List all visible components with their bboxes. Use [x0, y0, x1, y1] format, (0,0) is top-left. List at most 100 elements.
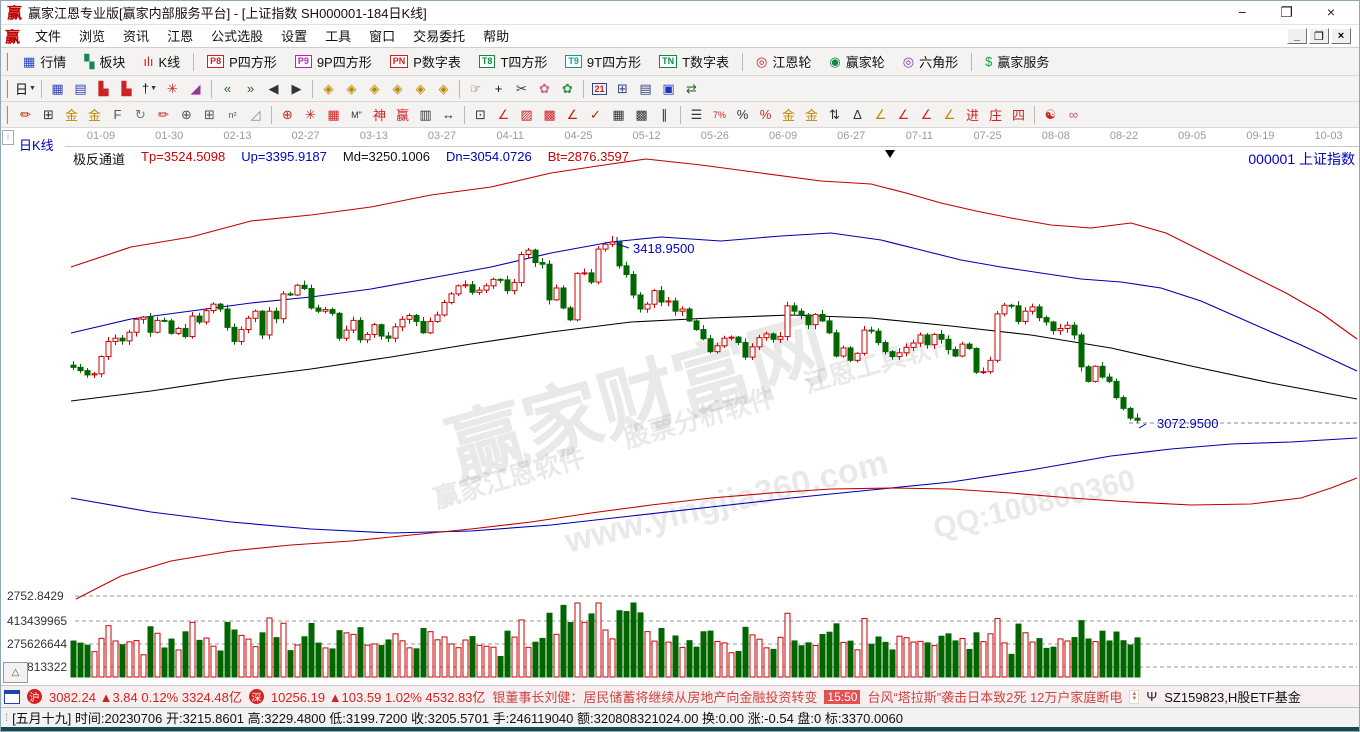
diamond-vertical-icon[interactable]: ◈ — [409, 78, 432, 99]
infinity-icon[interactable]: ∞ — [1062, 104, 1085, 125]
ruler-tool-icon[interactable]: ▥ — [414, 104, 437, 125]
fan-grid-icon[interactable]: ▩ — [538, 104, 561, 125]
toolbar-hexagon-button[interactable]: ◎六角形 — [894, 50, 967, 74]
angle-f-icon[interactable]: ∠ — [915, 104, 938, 125]
toolbar-gann-wheel-button[interactable]: ◎江恩轮 — [747, 50, 820, 74]
web-tool-green-icon[interactable]: ✿ — [556, 78, 579, 99]
child-restore-icon[interactable]: ❐ — [1309, 28, 1329, 44]
circle-grid-icon[interactable]: ⊕ — [175, 104, 198, 125]
export-icon[interactable]: ⇄ — [680, 78, 703, 99]
gann-circle-icon[interactable]: ⊕ — [276, 104, 299, 125]
n-squared-icon[interactable]: n² — [221, 104, 244, 125]
m-wave-icon[interactable]: M" — [345, 104, 368, 125]
fan-tool-icon[interactable]: ∠ — [492, 104, 515, 125]
angle-si-icon[interactable]: 四 — [1007, 104, 1030, 125]
toolbar-9t-square-button[interactable]: T99T四方形 — [556, 50, 650, 74]
nav-last-icon[interactable]: » — [239, 78, 262, 99]
calendar-21-icon[interactable]: 21 — [588, 78, 611, 99]
shenzhen-index-quote[interactable]: 10256.19 ▲103.59 1.02% 4532.83亿 — [271, 687, 486, 706]
pen-tool-icon[interactable]: ✏ — [14, 104, 37, 125]
gold-coin-b-icon[interactable]: 金 — [800, 104, 823, 125]
percent-red-icon[interactable]: % — [754, 104, 777, 125]
quote-sheet-icon[interactable]: ▤ — [69, 78, 92, 99]
menu-帮助[interactable]: 帮助 — [474, 27, 518, 46]
save-icon[interactable]: ▣ — [657, 78, 680, 99]
gann-shape-icon[interactable]: ◿ — [244, 104, 267, 125]
toolbar-quotes-button[interactable]: ▦行情 — [14, 50, 75, 74]
angle-jin-icon[interactable]: 进 — [961, 104, 984, 125]
diamond-left-icon[interactable]: ◈ — [317, 78, 340, 99]
f-grid-icon[interactable]: F — [106, 104, 129, 125]
diamond-expand-icon[interactable]: ◈ — [432, 78, 455, 99]
kline-canvas[interactable]: 3418.95003072.9500 — [1, 128, 1360, 685]
menu-文件[interactable]: 文件 — [26, 27, 70, 46]
shen-tool-icon[interactable]: 神 — [368, 104, 391, 125]
minimize-icon[interactable]: − — [1238, 4, 1246, 21]
calculator-icon[interactable]: ⊞ — [611, 78, 634, 99]
red-brush-icon[interactable]: ✏ — [152, 104, 175, 125]
delta-fan-icon[interactable]: ∆ — [846, 104, 869, 125]
angle-l-icon[interactable]: ∠ — [892, 104, 915, 125]
ying-tool-icon[interactable]: 赢 — [391, 104, 414, 125]
hand-tool-icon[interactable]: ☞ — [464, 78, 487, 99]
menu-资讯[interactable]: 资讯 — [114, 27, 158, 46]
quote-table-icon[interactable] — [4, 690, 20, 704]
panel-expand-button[interactable]: △ — [3, 662, 28, 683]
menu-江恩[interactable]: 江恩 — [158, 27, 202, 46]
color-trend-icon[interactable]: ◢ — [184, 78, 207, 99]
grid-box-b-icon[interactable]: ▩ — [630, 104, 653, 125]
percent-seven-icon[interactable]: 7% — [708, 104, 731, 125]
web-tool-pink-icon[interactable]: ✿ — [533, 78, 556, 99]
toolbar-t-square-button[interactable]: T8T四方形 — [470, 50, 556, 74]
angle-line-icon[interactable]: ∠ — [561, 104, 584, 125]
kline-period-icon[interactable]: 日▼ — [14, 78, 37, 99]
diamond-horizontal-icon[interactable]: ◈ — [363, 78, 386, 99]
percent-plain-icon[interactable]: % — [731, 104, 754, 125]
menu-窗口[interactable]: 窗口 — [360, 27, 404, 46]
toolbar-winner-service-button[interactable]: $赢家服务 — [976, 50, 1058, 74]
menu-工具[interactable]: 工具 — [316, 27, 360, 46]
minute-chart-9-icon[interactable]: ▙ — [115, 78, 138, 99]
stock-broadcast-message[interactable]: SZ159823,H股ETF基金 — [1164, 687, 1301, 706]
nav-first-icon[interactable]: « — [216, 78, 239, 99]
restore-icon[interactable]: ❐ — [1280, 4, 1293, 21]
toolbar-winner-wheel-button[interactable]: ◉赢家轮 — [820, 50, 893, 74]
pattern-tool-icon[interactable]: ✳ — [161, 78, 184, 99]
child-close-icon[interactable]: × — [1331, 28, 1351, 44]
gold-grid-a-icon[interactable]: 金 — [60, 104, 83, 125]
toolbar-p-number-table-button[interactable]: PNP数字表 — [381, 50, 470, 74]
toolbar-kline-button[interactable]: ılıK线 — [134, 50, 189, 74]
angle-zhuang-icon[interactable]: 庄 — [984, 104, 1007, 125]
gold-coin-a-icon[interactable]: 金 — [777, 104, 800, 125]
grid-box-a-icon[interactable]: ▦ — [607, 104, 630, 125]
menu-设置[interactable]: 设置 — [272, 27, 316, 46]
diamond-right-icon[interactable]: ◈ — [340, 78, 363, 99]
news-headline-2[interactable]: 台风“塔拉斯”袭击日本致2死 12万户家庭断电 — [867, 687, 1122, 706]
window-grid-icon[interactable]: ▦ — [46, 78, 69, 99]
parallel-lines-icon[interactable]: ∥ — [653, 104, 676, 125]
yinyang-icon[interactable]: ☯ — [1039, 104, 1062, 125]
nav-prev-icon[interactable]: ◀ — [262, 78, 285, 99]
ticker-scroll-control[interactable]: ▲▼ — [1129, 690, 1139, 704]
angle-gold-b-icon[interactable]: ∠ — [938, 104, 961, 125]
spiral-tool-icon[interactable]: ↻ — [129, 104, 152, 125]
shanghai-index-quote[interactable]: 3082.24 ▲3.84 0.12% 3324.48亿 — [49, 687, 242, 706]
toolbar-grip[interactable] — [6, 106, 10, 124]
spiderweb-icon[interactable]: ✳ — [299, 104, 322, 125]
toolbar-9p-square-button[interactable]: P99P四方形 — [286, 50, 381, 74]
grid-tool-icon[interactable]: ⊞ — [37, 104, 60, 125]
notebook-icon[interactable]: ▤ — [634, 78, 657, 99]
child-minimize-icon[interactable]: _ — [1287, 28, 1307, 44]
check-line-icon[interactable]: ✓ — [584, 104, 607, 125]
news-headline-1[interactable]: 银董事长刘健：居民储蓄将继续从房地产向金融投资转变 — [492, 687, 817, 706]
hatch-grid-icon[interactable]: ⊞ — [198, 104, 221, 125]
toolbar-p-square-button[interactable]: P8P四方形 — [198, 50, 286, 74]
toolbar-grip[interactable] — [6, 80, 10, 98]
fan-box-icon[interactable]: ▨ — [515, 104, 538, 125]
menu-交易委托[interactable]: 交易委托 — [404, 27, 474, 46]
span-measure-icon[interactable]: ↔ — [437, 104, 460, 125]
toolbar-sectors-button[interactable]: ▚板块 — [75, 50, 134, 74]
menu-浏览[interactable]: 浏览 — [70, 27, 114, 46]
angle-gold-a-icon[interactable]: ∠ — [869, 104, 892, 125]
close-icon[interactable]: × — [1327, 4, 1335, 21]
